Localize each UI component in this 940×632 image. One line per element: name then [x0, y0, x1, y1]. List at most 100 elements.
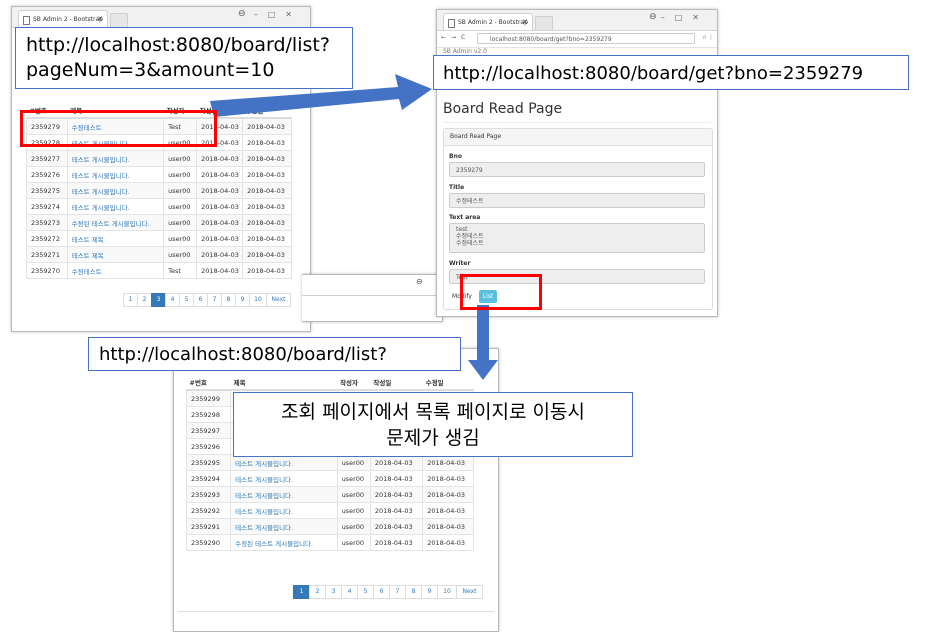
table-cell: 2018-04-03	[196, 246, 244, 263]
next-page-link[interactable]: Next	[456, 585, 483, 599]
table-row: 2359294 테스트 게시물입니다. user00 2018-04-03 2018-0…	[185, 470, 474, 487]
account-icon[interactable]: ⊖	[238, 9, 246, 19]
page-link[interactable]: 6	[193, 293, 208, 307]
account-icon[interactable]: ⊖	[649, 12, 657, 22]
post-title-link[interactable]: 수정테스트	[66, 262, 165, 279]
column-header: 작성일	[370, 375, 423, 391]
table-cell: 2018-04-03	[369, 470, 424, 487]
callout-list-url-plain: http://localhost:8080/board/list?	[88, 337, 461, 371]
bookmark-star-icon[interactable]: ☆	[702, 34, 707, 41]
post-title-link[interactable]: 테스트 게시물입니다.	[66, 198, 165, 215]
menu-icon[interactable]: ⋮	[708, 34, 714, 41]
browser-tab[interactable]: SB Admin 2 - Bootstrap ✕	[18, 10, 108, 27]
table-cell: 2018-04-03	[369, 486, 424, 503]
tab-title: SB Admin 2 - Bootstrap	[33, 16, 103, 23]
window-controls[interactable]: –□✕	[254, 10, 302, 19]
table-row: 2359272 테스트 제목 user00 2018-04-03 2018-04-03	[26, 230, 292, 247]
post-title-link[interactable]: 테스트 게시물입니다.	[66, 150, 165, 167]
table-cell: 2018-04-03	[196, 214, 244, 231]
bno-field[interactable]: 2359279	[449, 162, 705, 177]
post-title-link[interactable]: 테스트 게시물입니다.	[66, 182, 165, 199]
post-title-link[interactable]: 테스트 게시물입니다.	[66, 166, 165, 183]
page-link[interactable]: 4	[341, 585, 358, 599]
page-link[interactable]: 8	[405, 585, 422, 599]
page-link[interactable]: 1	[293, 585, 310, 599]
browser-tab[interactable]: SB Admin 2 - Bootstrap ✕	[443, 13, 533, 30]
table-row: 2359291 테스트 게시물입니다. user00 2018-04-03 2018-0…	[185, 518, 474, 535]
page-link[interactable]: 9	[235, 293, 250, 307]
post-title-link[interactable]: 수정된 테스트 게시물입니다.	[66, 214, 165, 231]
content-textarea[interactable]: test 수정테스트 수정테스트	[449, 223, 705, 253]
page-link[interactable]: 10	[437, 585, 457, 599]
highlight-list-button	[460, 274, 542, 310]
close-tab-icon[interactable]: ✕	[97, 11, 103, 27]
table-cell: 2359297	[185, 422, 232, 439]
page-link[interactable]: 8	[221, 293, 236, 307]
callout-get-url: http://localhost:8080/board/get?bno=2359…	[433, 55, 909, 90]
column-header: 제목	[230, 375, 338, 391]
new-tab-button[interactable]	[535, 16, 553, 30]
page-link[interactable]: 1	[123, 293, 138, 307]
table-cell: 2018-04-03	[196, 198, 244, 215]
table-cell: 2018-04-03	[242, 166, 292, 183]
page-link[interactable]: 5	[357, 585, 374, 599]
page-link[interactable]: 5	[179, 293, 194, 307]
callout-list-url: http://localhost:8080/board/list? pageNu…	[15, 27, 353, 89]
close-tab-icon[interactable]: ✕	[522, 14, 528, 30]
page-link[interactable]: 10	[249, 293, 267, 307]
table-cell: 2018-04-03	[369, 534, 424, 551]
bno-label: Bno	[449, 153, 462, 160]
table-cell: 2018-04-03	[242, 182, 292, 199]
table-cell: 2018-04-03	[422, 470, 474, 487]
window-controls[interactable]: –□✕	[661, 13, 709, 22]
table-row: 2359270 수정테스트 Test 2018-04-03 2018-04-03	[26, 262, 292, 279]
title-label: Title	[449, 184, 465, 191]
column-header: 작성자	[337, 375, 371, 391]
table-cell: user00	[163, 182, 198, 199]
tab-title: SB Admin 2 - Bootstrap	[458, 19, 528, 26]
table-cell: 2359290	[185, 534, 232, 551]
url-field[interactable]: localhost:8080/board/get?bno=2359279	[477, 33, 695, 44]
table-cell: 2018-04-03	[242, 262, 292, 279]
table-cell: 2359276	[26, 166, 68, 183]
table-cell: 2359296	[185, 438, 232, 455]
column-header: 수정일	[242, 103, 292, 119]
page-icon	[448, 19, 455, 28]
page-link[interactable]: 3	[325, 585, 342, 599]
column-header: #번호	[186, 375, 231, 391]
table-cell: user00	[163, 198, 198, 215]
page-link[interactable]: 7	[389, 585, 406, 599]
post-title-link[interactable]: 테스트 게시물입니다.	[230, 470, 338, 487]
post-title-link[interactable]: 테스트 게시물입니다.	[230, 518, 338, 535]
table-cell: user00	[163, 230, 198, 247]
table-cell: Test	[163, 262, 198, 279]
page-link[interactable]: 4	[165, 293, 180, 307]
next-page-link[interactable]: Next	[266, 293, 291, 307]
title-field[interactable]: 수정테스트	[449, 193, 705, 208]
table-cell: 2018-04-03	[422, 486, 474, 503]
page-link[interactable]: 9	[421, 585, 438, 599]
page-link[interactable]: 2	[137, 293, 152, 307]
table-cell: user00	[163, 150, 198, 167]
writer-label: Writer	[449, 260, 471, 267]
post-title-link[interactable]: 수정된 테스트 게시물입니다.	[230, 534, 338, 551]
page-link[interactable]: 6	[373, 585, 390, 599]
table-cell: 2359275	[26, 182, 68, 199]
post-title-link[interactable]: 테스트 게시물입니다.	[230, 486, 338, 503]
nav-buttons[interactable]: ←→C	[441, 34, 470, 41]
table-cell: 2018-04-03	[242, 134, 292, 151]
table-cell: 2359274	[26, 198, 68, 215]
table-cell: 2018-04-03	[242, 198, 292, 215]
table-row: 2359273 수정된 테스트 게시물입니다. user00 2018-04-03 20…	[26, 214, 292, 231]
table-cell: 2359271	[26, 246, 68, 263]
new-tab-button[interactable]	[110, 13, 128, 27]
table-cell: user00	[336, 534, 371, 551]
post-title-link[interactable]: 테스트 제목	[66, 230, 165, 247]
post-title-link[interactable]: 테스트 제목	[66, 246, 165, 263]
page-link[interactable]: 7	[207, 293, 222, 307]
table-cell: 2359292	[185, 502, 232, 519]
page-link[interactable]: 2	[309, 585, 326, 599]
table-cell: 2018-04-03	[369, 502, 424, 519]
post-title-link[interactable]: 테스트 게시물입니다.	[230, 502, 338, 519]
page-link[interactable]: 3	[151, 293, 166, 307]
